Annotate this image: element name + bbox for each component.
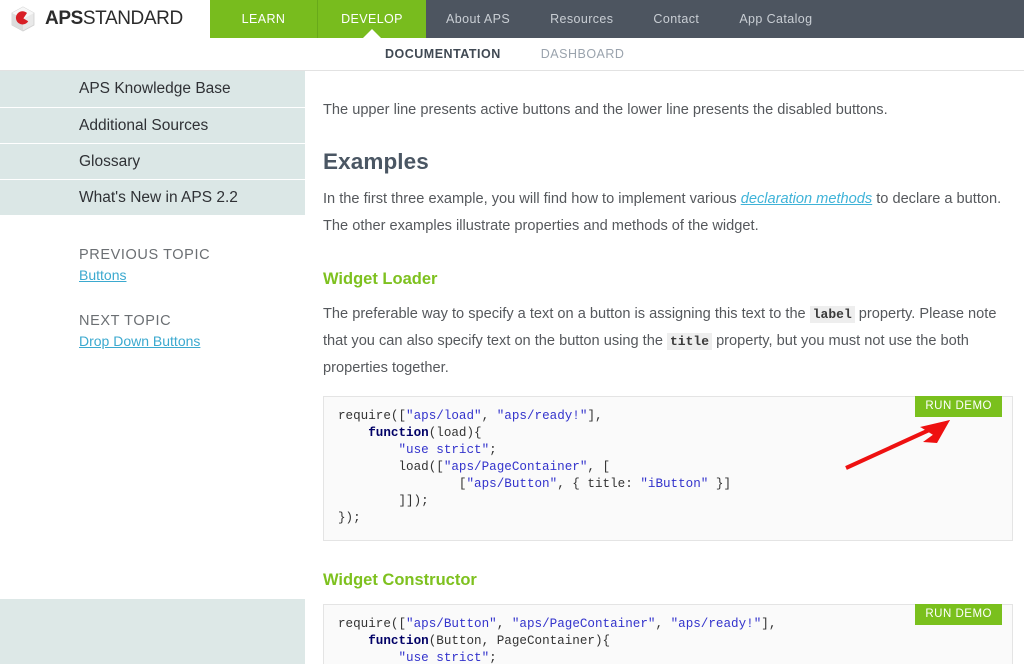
intro-paragraph: The upper line presents active buttons a…: [323, 102, 888, 118]
logo-text-bold: APS: [45, 8, 83, 29]
nav-item-about-aps-label: About APS: [446, 12, 511, 26]
sidebar-item-whats-new[interactable]: What's New in APS 2.2: [0, 179, 305, 215]
declaration-methods-link[interactable]: declaration methods: [741, 191, 872, 207]
nav-item-learn[interactable]: LEARN: [210, 0, 318, 38]
code-example-1: RUN DEMO require(["aps/load", "aps/ready…: [323, 396, 1013, 541]
next-topic-link[interactable]: Drop Down Buttons: [79, 333, 200, 349]
tab-documentation[interactable]: DOCUMENTATION: [385, 47, 501, 61]
nav-item-app-catalog[interactable]: App Catalog: [719, 0, 832, 38]
logo-text: APSSTANDARD: [45, 8, 183, 30]
page-title-examples: Examples: [323, 149, 429, 174]
code-block-1[interactable]: require(["aps/load", "aps/ready!"], func…: [323, 396, 1013, 541]
nav-item-contact-label: Contact: [653, 12, 700, 26]
nav-item-develop-label: DEVELOP: [341, 12, 403, 26]
sidebar-item-label: APS Knowledge Base: [79, 80, 231, 97]
previous-topic-link[interactable]: Buttons: [79, 267, 126, 283]
nav-item-contact[interactable]: Contact: [633, 0, 719, 38]
main-content: The upper line presents active buttons a…: [305, 71, 1024, 664]
logo-text-thin: STANDARD: [82, 8, 183, 29]
next-topic-label: NEXT TOPIC: [79, 313, 172, 329]
sidebar-item-label: What's New in APS 2.2: [79, 188, 238, 206]
run-demo-button-1[interactable]: RUN DEMO: [915, 396, 1002, 417]
code-block-2[interactable]: require(["aps/Button", "aps/PageContaine…: [323, 604, 1013, 664]
logo[interactable]: APSSTANDARD: [0, 0, 210, 38]
section-heading-widget-loader: Widget Loader: [323, 270, 438, 288]
examples-paragraph: In the first three example, you will fin…: [323, 186, 1024, 240]
section-heading-widget-constructor: Widget Constructor: [323, 571, 477, 589]
sidebar-item-label: Glossary: [79, 152, 141, 170]
run-demo-button-2[interactable]: RUN DEMO: [915, 604, 1002, 625]
aps-cube-logo-icon: [10, 6, 36, 32]
sidebar-list: APS Knowledge Base Additional Sources Gl…: [0, 71, 305, 215]
page-body: APS Knowledge Base Additional Sources Gl…: [0, 71, 1024, 664]
sidebar-item-additional-sources[interactable]: Additional Sources: [0, 107, 305, 143]
sidebar-nav: APS Knowledge Base Additional Sources Gl…: [0, 71, 305, 215]
widget-loader-paragraph: The preferable way to specify a text on …: [323, 301, 1024, 382]
tab-dashboard[interactable]: DASHBOARD: [541, 47, 625, 61]
site-header: APSSTANDARD LEARN DEVELOP About APS Reso…: [0, 0, 1024, 38]
sidebar-lower-panel: PREVIOUS TOPIC Buttons NEXT TOPIC Drop D…: [0, 215, 305, 599]
nav-item-learn-label: LEARN: [241, 12, 286, 26]
topic-navigation: PREVIOUS TOPIC Buttons NEXT TOPIC Drop D…: [0, 215, 305, 379]
sidebar: APS Knowledge Base Additional Sources Gl…: [0, 71, 305, 664]
inline-code-title: title: [667, 333, 713, 350]
code-example-2: RUN DEMO require(["aps/Button", "aps/Pag…: [323, 604, 1013, 664]
loader-text-part-1: The preferable way to specify a text on …: [323, 306, 810, 322]
sidebar-item-label: Additional Sources: [79, 116, 209, 134]
nav-item-develop[interactable]: DEVELOP: [318, 0, 426, 38]
sub-nav: DOCUMENTATION DASHBOARD: [0, 38, 1024, 71]
sidebar-item-glossary[interactable]: Glossary: [0, 143, 305, 179]
nav-item-about-aps[interactable]: About APS: [426, 0, 530, 38]
nav-item-resources[interactable]: Resources: [530, 0, 633, 38]
inline-code-label: label: [809, 306, 855, 323]
nav-item-resources-label: Resources: [550, 12, 614, 26]
examples-text-part-1: In the first three example, you will fin…: [323, 191, 741, 207]
previous-topic-label: PREVIOUS TOPIC: [79, 247, 211, 263]
nav-item-app-catalog-label: App Catalog: [739, 12, 813, 26]
sidebar-item-aps-knowledge-base[interactable]: APS Knowledge Base: [0, 71, 305, 107]
primary-nav: LEARN DEVELOP About APS Resources Contac…: [210, 0, 1024, 38]
